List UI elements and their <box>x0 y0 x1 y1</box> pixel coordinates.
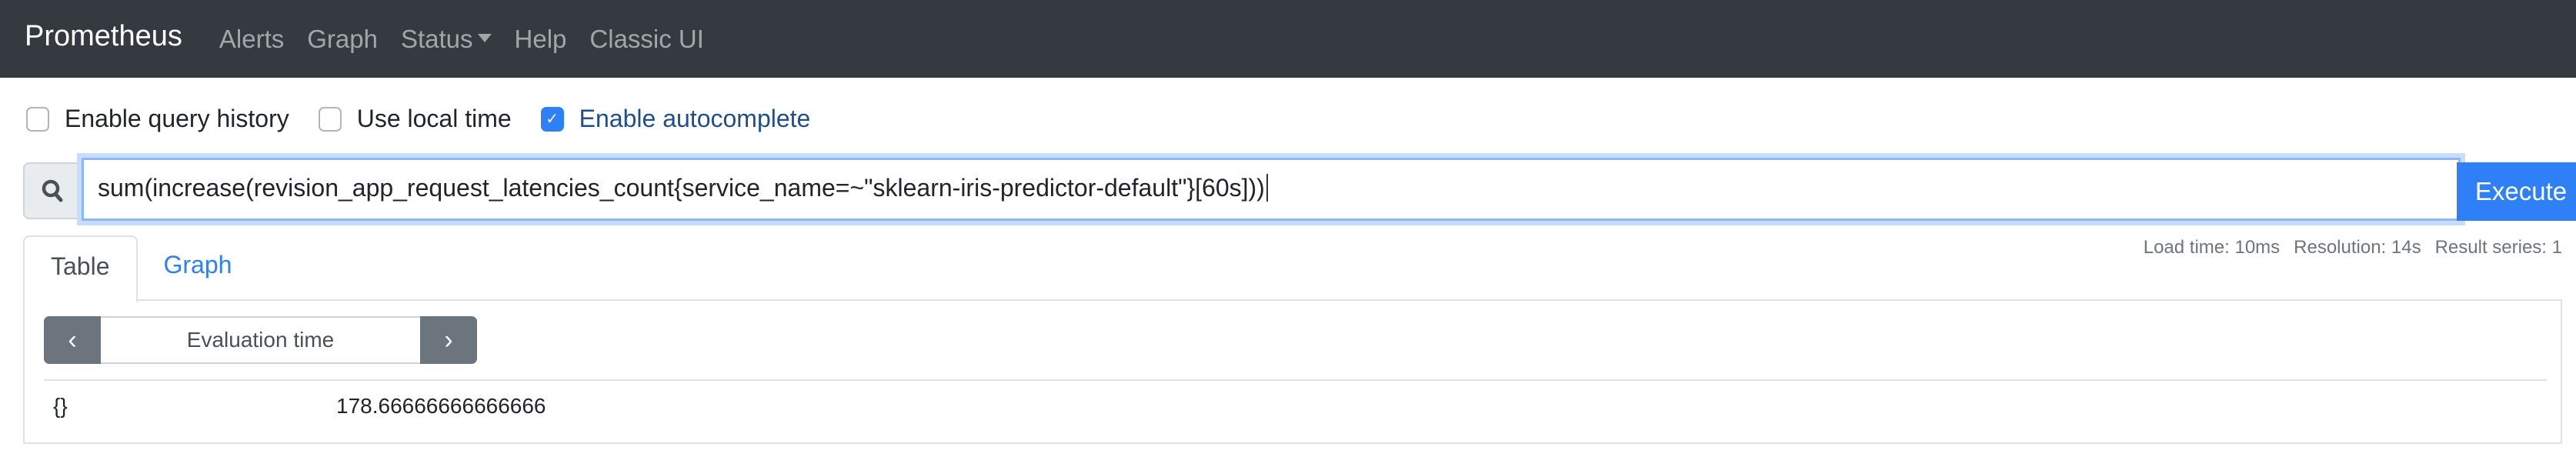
evaluation-time-input[interactable]: Evaluation time <box>101 316 420 364</box>
query-stats: Load time: 10ms Resolution: 14s Result s… <box>2144 237 2562 259</box>
table-row: {} 178.66666666666666 <box>44 387 2537 425</box>
checkbox-query-history[interactable] <box>26 106 49 132</box>
nav-help[interactable]: Help <box>515 25 567 54</box>
metric-labels: {} <box>53 394 68 418</box>
brand-logo[interactable]: Prometheus <box>25 20 182 53</box>
option-local-time[interactable]: Use local time <box>318 105 512 133</box>
prev-time-button[interactable]: ‹ <box>44 316 101 364</box>
checkbox-local-time[interactable] <box>318 106 342 132</box>
nav-status-label: Status <box>400 24 473 53</box>
option-label: Enable autocomplete <box>579 105 811 132</box>
result-tabs: Table Graph <box>23 235 259 302</box>
execute-button[interactable]: Execute <box>2457 162 2576 221</box>
option-label: Use local time <box>356 105 512 132</box>
load-time: Load time: 10ms <box>2143 237 2281 258</box>
query-text: sum(increase(revision_app_request_latenc… <box>98 174 1265 202</box>
table-divider <box>44 379 2547 381</box>
nav-classic-ui[interactable]: Classic UI <box>589 25 704 54</box>
option-label: Enable query history <box>65 105 289 132</box>
metric-value: 178.66666666666666 <box>336 394 546 418</box>
evaluation-time-group: ‹ Evaluation time › <box>44 316 477 364</box>
resolution: Resolution: 14s <box>2294 237 2421 258</box>
tab-table[interactable]: Table <box>23 235 138 302</box>
nav-status-dropdown[interactable]: Status <box>401 25 492 54</box>
chevron-left-icon: ‹ <box>68 325 77 355</box>
table-panel: ‹ Evaluation time › {} 178.6666666666666… <box>23 299 2562 444</box>
result-series: Result series: 1 <box>2434 237 2562 258</box>
search-icon <box>42 179 62 202</box>
chevron-right-icon: › <box>444 325 453 355</box>
nav-graph[interactable]: Graph <box>307 25 378 54</box>
check-icon: ✓ <box>546 111 559 128</box>
checkbox-autocomplete[interactable]: ✓ <box>540 106 564 132</box>
nav-alerts[interactable]: Alerts <box>219 25 284 54</box>
caret-down-icon <box>477 34 492 43</box>
query-input[interactable]: sum(increase(revision_app_request_latenc… <box>82 158 2484 221</box>
text-cursor <box>1266 174 1268 202</box>
search-addon <box>23 162 81 219</box>
options-row: Enable query history Use local time ✓ Ena… <box>26 105 839 133</box>
navbar: Prometheus Alerts Graph Status Help Clas… <box>0 0 2576 78</box>
tab-graph[interactable]: Graph <box>138 235 259 301</box>
query-row: sum(increase(revision_app_request_latenc… <box>23 158 2576 221</box>
next-time-button[interactable]: › <box>420 316 477 364</box>
option-query-history[interactable]: Enable query history <box>26 105 289 133</box>
option-autocomplete[interactable]: ✓ Enable autocomplete <box>540 105 811 133</box>
